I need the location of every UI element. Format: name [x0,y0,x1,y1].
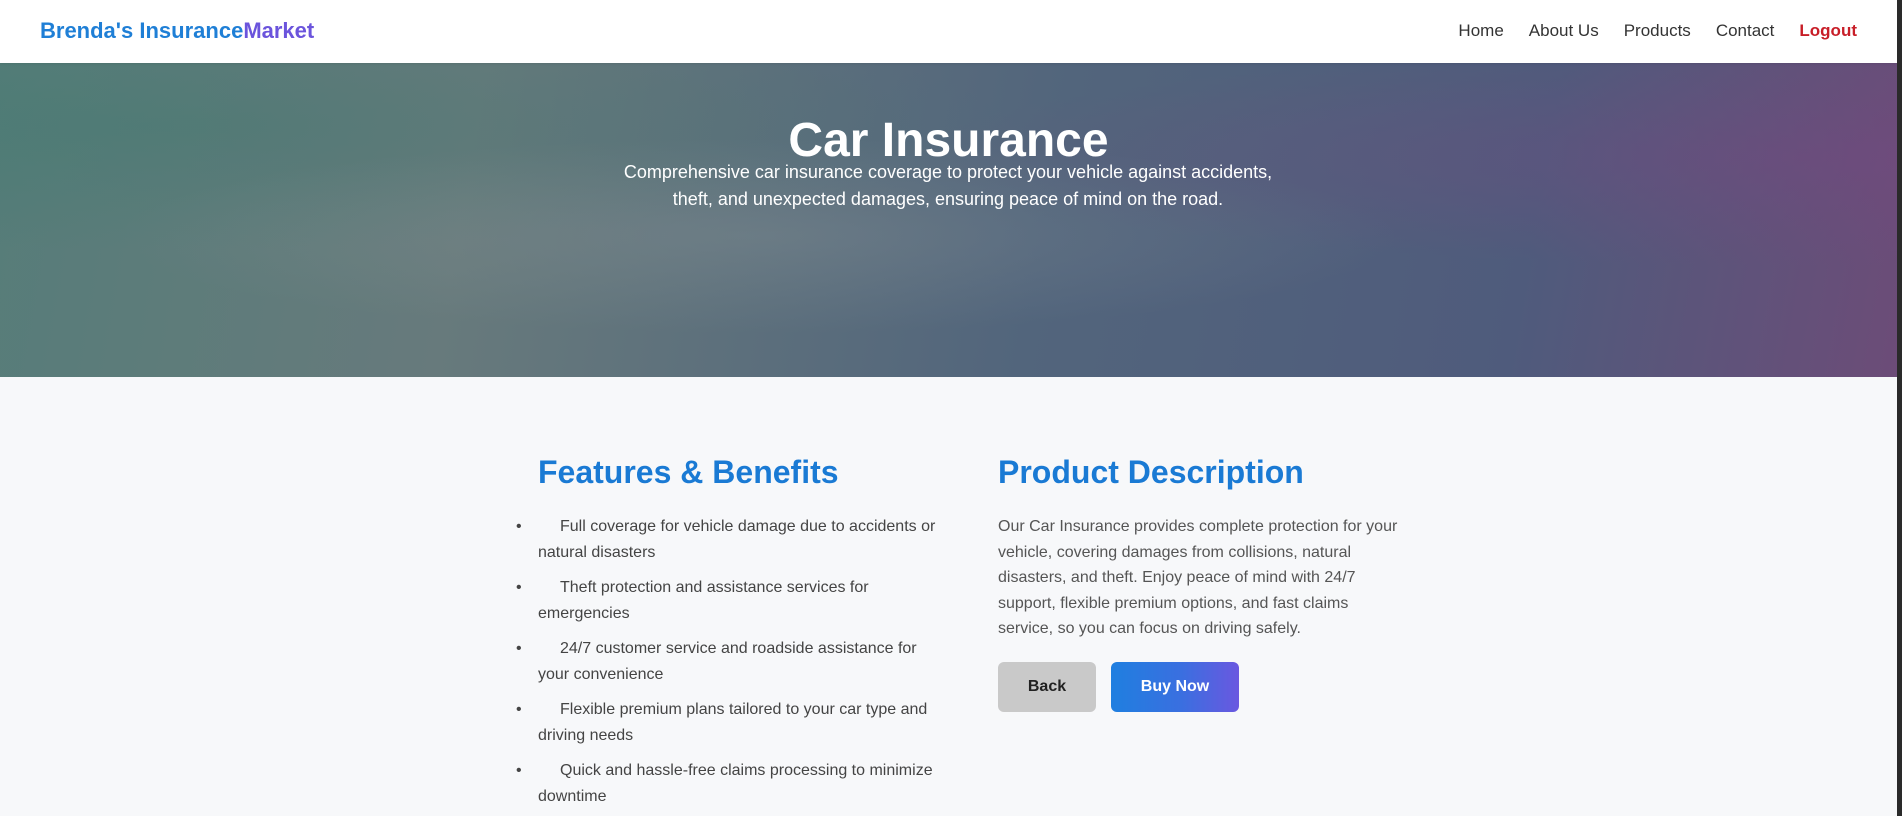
feature-text: Flexible premium plans tailored to your … [538,701,928,744]
hero-background-image [0,63,1897,377]
navbar: Brenda's InsuranceMarket Home About Us P… [0,0,1897,63]
nav-link-home[interactable]: Home [1458,20,1503,42]
features-list: • Full coverage for vehicle damage due to… [516,514,948,809]
description-section: Product Description Our Car Insurance pr… [998,450,1408,712]
feature-text: Quick and hassle-free claims processing … [538,762,933,805]
bullet-icon: • [516,579,522,596]
nav-menu: Home About Us Products Contact Logout [1458,20,1857,42]
bullet-icon: • [516,762,522,779]
bullet-icon: • [516,518,522,535]
back-button[interactable]: Back [998,661,1096,712]
brand-name-accent: Market [243,18,315,43]
feature-text: 24/7 customer service and roadside assis… [538,640,917,683]
nav-link-contact[interactable]: Contact [1716,20,1775,42]
description-title: Product Description [998,454,1304,490]
feature-item: • 24/7 customer service and roadside assi… [516,636,948,687]
hero-banner: Car Insurance Comprehensive car insuranc… [0,63,1897,377]
brand-name-primary: Brenda's Insurance [40,18,244,43]
feature-item: • Theft protection and assistance service… [516,575,948,626]
buy-now-button[interactable]: Buy Now [1111,661,1239,712]
features-section: Features & Benefits • Full coverage for v… [516,450,948,816]
nav-link-about-us[interactable]: About Us [1529,20,1599,42]
features-title: Features & Benefits [538,454,839,490]
feature-text: Full coverage for vehicle damage due to … [538,518,936,561]
feature-item: • Full coverage for vehicle damage due to… [516,514,948,565]
description-text: Our Car Insurance provides complete prot… [998,518,1398,637]
nav-link-products[interactable]: Products [1624,20,1691,42]
hero-subtitle: Comprehensive car insurance coverage to … [623,162,1273,209]
feature-text: Theft protection and assistance services… [538,579,869,622]
feature-item: • Flexible premium plans tailored to your… [516,697,948,748]
bullet-icon: • [516,701,522,718]
scrollbar-track[interactable] [1897,0,1902,816]
page: Brenda's InsuranceMarket Home About Us P… [0,0,1897,816]
brand-logo[interactable]: Brenda's InsuranceMarket [40,17,314,45]
bullet-icon: • [516,640,522,657]
feature-item: • Quick and hassle-free claims processing… [516,758,948,809]
action-buttons: Back Buy Now [998,661,1408,712]
logout-link[interactable]: Logout [1799,20,1857,42]
